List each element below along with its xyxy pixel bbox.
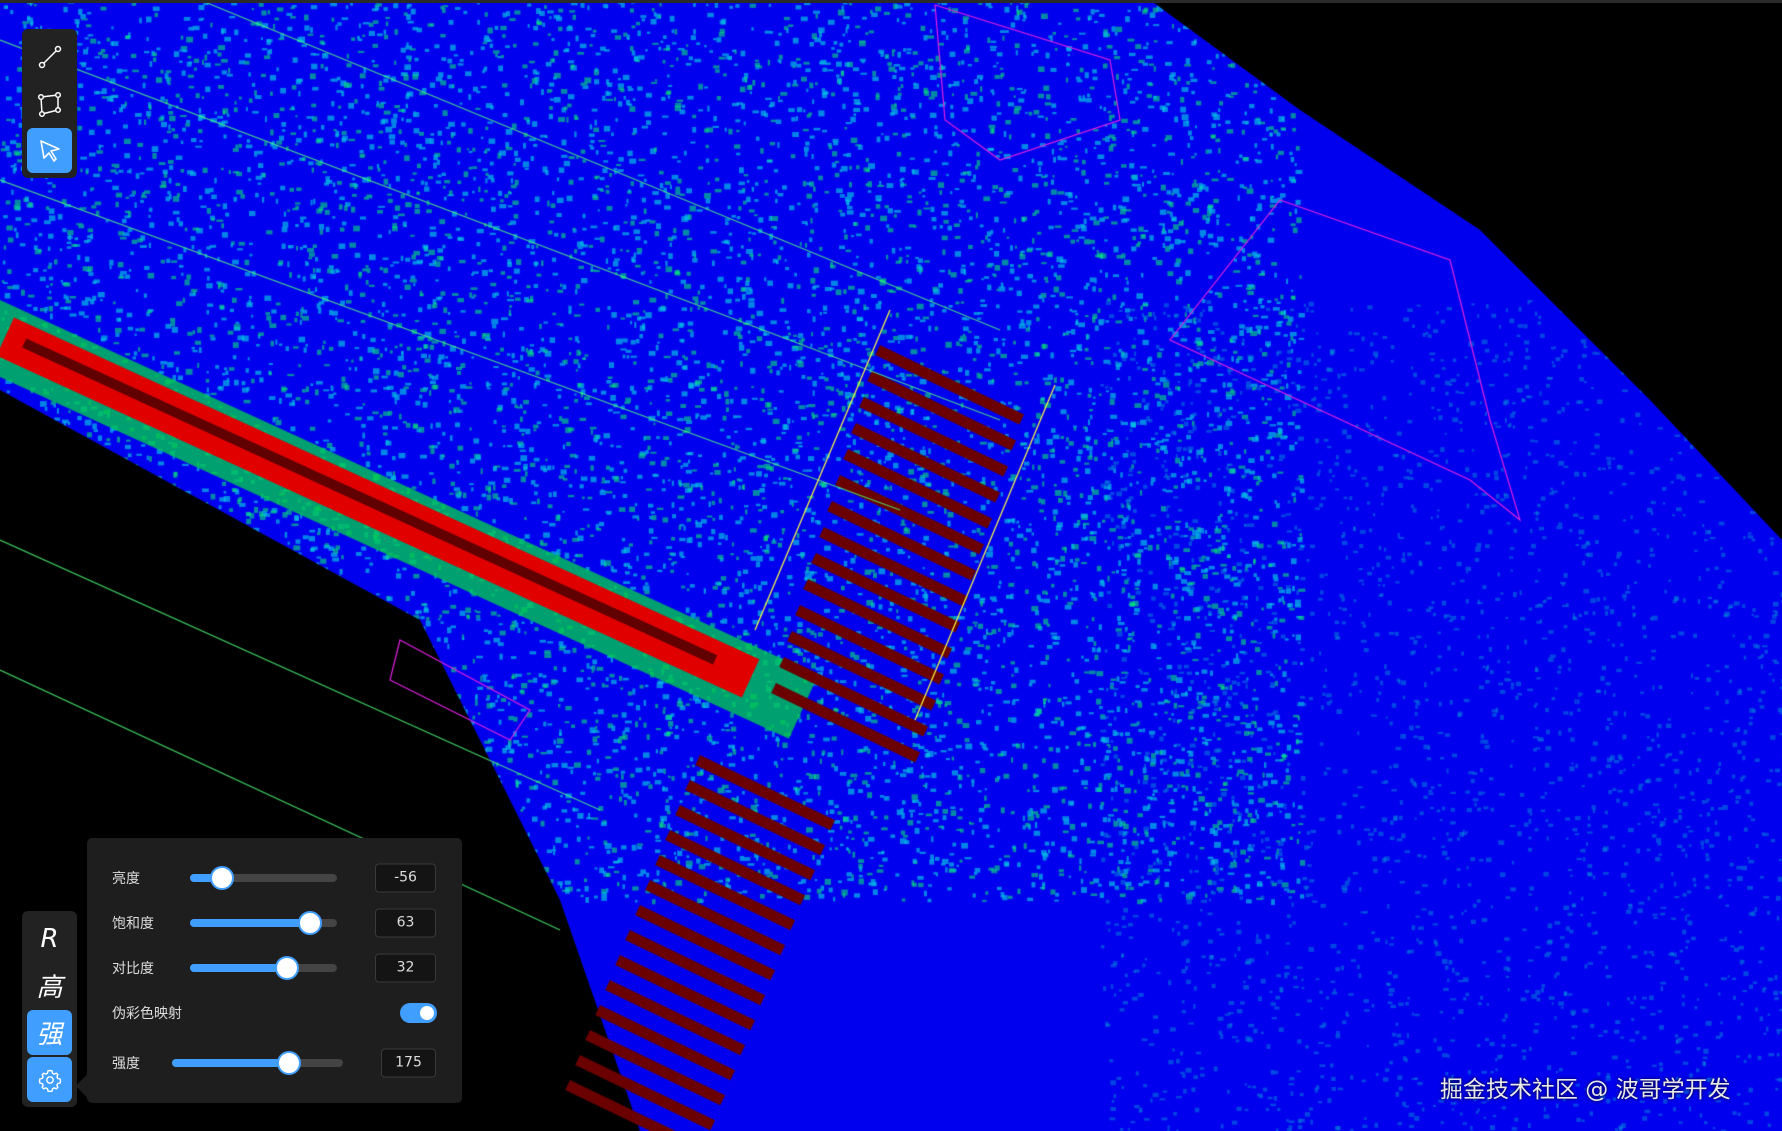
slider-thumb[interactable] [275, 956, 300, 980]
annotation-toolbar [22, 29, 77, 178]
intensity-slider[interactable] [172, 1051, 343, 1075]
polygon-tool-button[interactable] [27, 81, 72, 126]
top-border [0, 0, 1782, 3]
mode-height-button[interactable]: 高 [27, 963, 72, 1008]
saturation-label: 饱和度 [112, 916, 154, 932]
toggle-knob [420, 1006, 434, 1020]
mode-intensity-button[interactable]: 强 [27, 1010, 72, 1055]
cursor-arrow-icon [39, 139, 60, 162]
slider-thumb[interactable] [277, 1051, 302, 1075]
slider-thumb[interactable] [210, 866, 235, 890]
line-segment-icon [38, 45, 61, 68]
polygon-icon [37, 91, 61, 117]
brightness-label: 亮度 [112, 871, 140, 887]
mode-rgb-button[interactable]: R [27, 916, 72, 961]
brightness-slider[interactable] [190, 866, 337, 890]
settings-button[interactable] [27, 1057, 72, 1102]
color-adjust-panel: 亮度 -56 饱和度 63 对比度 32 伪彩色映射 强度 175 [87, 838, 462, 1103]
brightness-value-input[interactable]: -56 [375, 863, 436, 893]
slider-thumb[interactable] [297, 911, 322, 935]
pseudo-color-toggle[interactable] [400, 1003, 437, 1023]
intensity-label: 强度 [112, 1056, 140, 1072]
saturation-value-input[interactable]: 63 [375, 908, 436, 938]
contrast-slider[interactable] [190, 956, 337, 980]
intensity-value-input[interactable]: 175 [381, 1048, 436, 1078]
select-tool-button[interactable] [27, 128, 72, 173]
slider-fill [190, 964, 288, 972]
pseudo-color-label: 伪彩色映射 [112, 1006, 182, 1022]
gear-icon [38, 1069, 61, 1092]
render-mode-bar: R 高 强 [22, 911, 77, 1107]
watermark: 掘金技术社区 @ 波哥学开发 [1440, 1077, 1731, 1103]
contrast-value-input[interactable]: 32 [375, 953, 436, 983]
contrast-label: 对比度 [112, 961, 154, 977]
saturation-slider[interactable] [190, 911, 337, 935]
slider-fill [172, 1059, 290, 1067]
line-tool-button[interactable] [27, 34, 72, 79]
slider-fill [190, 919, 310, 927]
